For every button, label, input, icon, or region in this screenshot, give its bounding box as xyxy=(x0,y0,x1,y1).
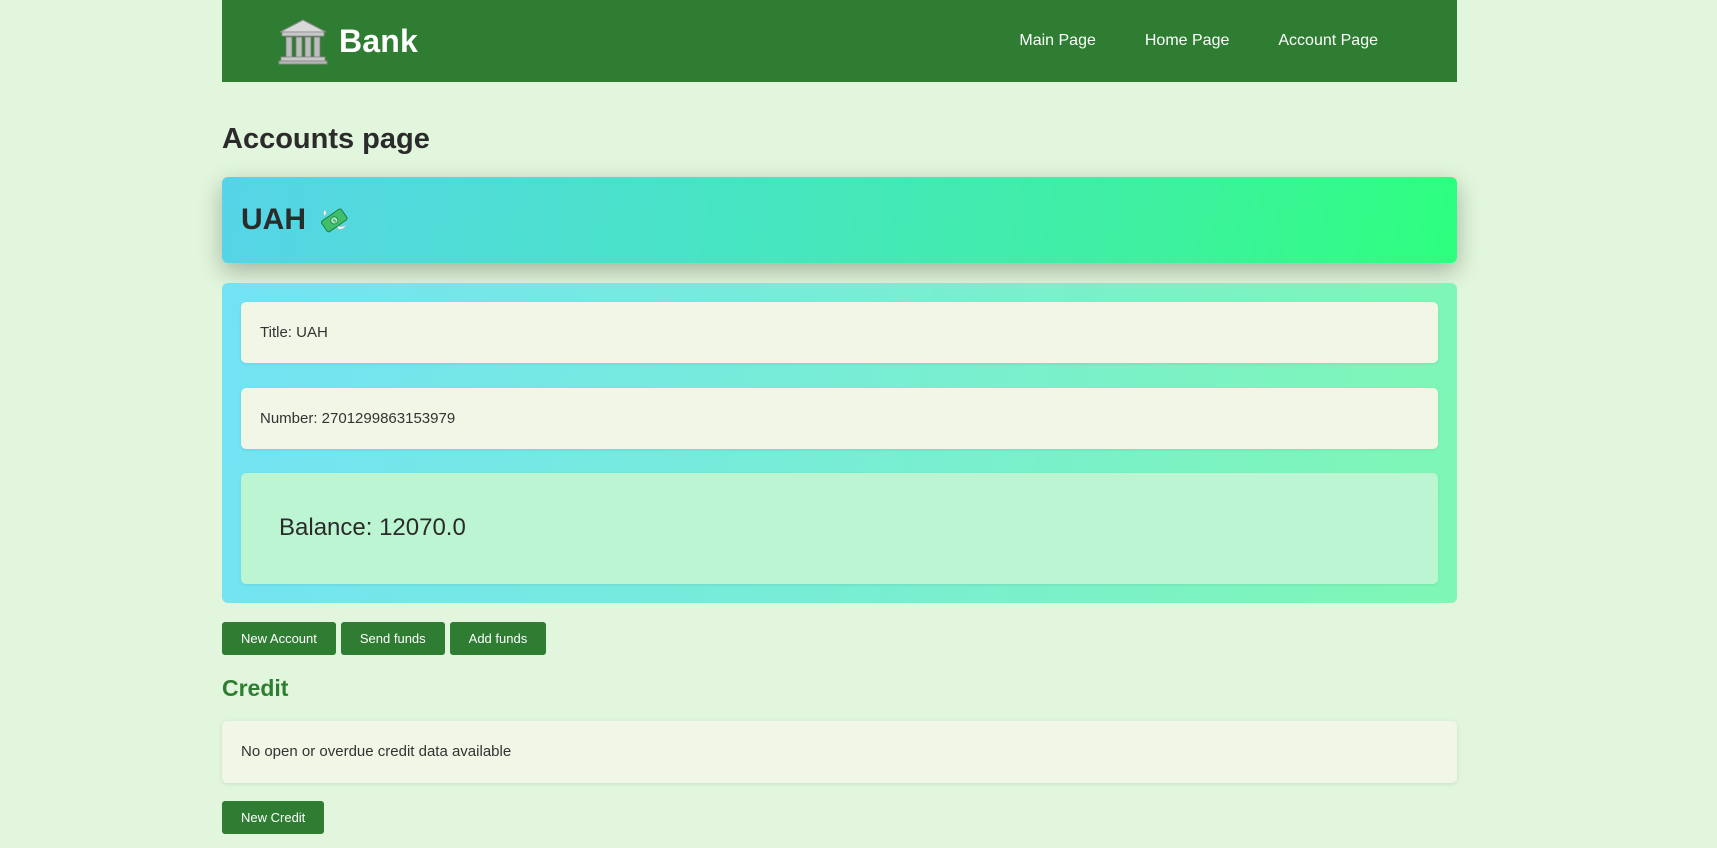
bank-building-icon xyxy=(278,19,328,65)
new-credit-button[interactable]: New Credit xyxy=(222,800,325,834)
page-container: Bank Main Page Home Page Account Page Ac… xyxy=(222,0,1457,834)
flying-money-icon: $ xyxy=(321,208,348,233)
account-title-field: Title: UAH xyxy=(241,301,1438,363)
account-currency-code: UAH xyxy=(241,202,306,236)
main-nav: Main Page Home Page Account Page xyxy=(1019,32,1378,50)
brand-name: Bank xyxy=(339,22,419,59)
send-funds-button[interactable]: Send funds xyxy=(340,621,445,655)
account-number-field: Number: 2701299863153979 xyxy=(241,387,1438,449)
new-account-button[interactable]: New Account xyxy=(222,621,336,655)
nav-link-home-page[interactable]: Home Page xyxy=(1145,32,1230,50)
nav-link-account-page[interactable]: Account Page xyxy=(1278,32,1378,50)
brand[interactable]: Bank xyxy=(277,17,418,65)
account-actions: New Account Send funds Add funds xyxy=(222,621,1457,655)
account-header-card: UAH $ xyxy=(222,176,1457,263)
add-funds-button[interactable]: Add funds xyxy=(449,621,547,655)
account-balance: Balance: 12070.0 xyxy=(241,472,1438,584)
credit-actions: New Credit xyxy=(222,800,1457,834)
nav-link-main-page[interactable]: Main Page xyxy=(1019,32,1096,50)
top-navbar: Bank Main Page Home Page Account Page xyxy=(222,0,1457,82)
credit-status-message: No open or overdue credit data available xyxy=(222,720,1457,783)
credit-heading: Credit xyxy=(222,674,289,701)
account-details-panel: Title: UAH Number: 2701299863153979 Bala… xyxy=(222,282,1457,603)
page-title: Accounts page xyxy=(222,123,430,155)
